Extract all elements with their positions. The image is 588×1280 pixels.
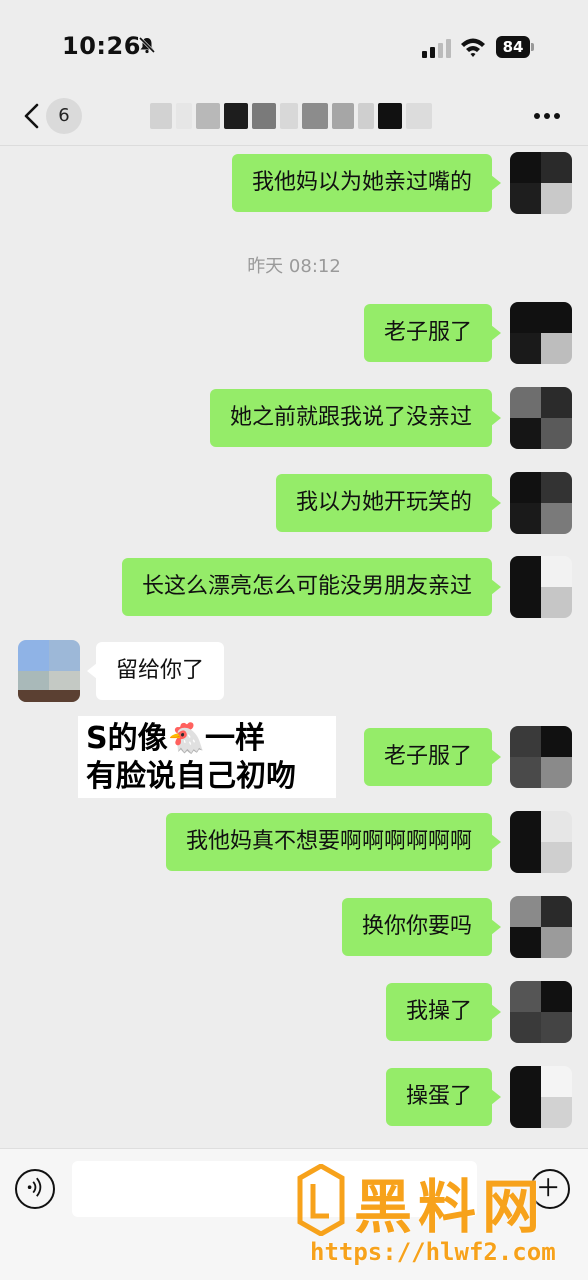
message-bubble[interactable]: 留给你了 xyxy=(86,642,225,700)
watermark-url: https://hlwf2.com xyxy=(310,1238,556,1266)
avatar[interactable] xyxy=(510,472,572,534)
voice-button[interactable] xyxy=(15,1169,55,1209)
avatar[interactable] xyxy=(510,302,572,364)
overlay-caption: S的像🐔一样 有脸说自己初吻 xyxy=(78,716,336,798)
wifi-icon xyxy=(461,38,485,57)
chevron-left-icon[interactable] xyxy=(22,102,42,130)
message-bubble[interactable]: 我以为她开玩笑的 xyxy=(275,474,502,532)
message-bubble[interactable]: 我他妈真不想要啊啊啊啊啊啊 xyxy=(165,813,502,871)
avatar[interactable] xyxy=(510,896,572,958)
message-timestamp: 昨天 08:12 xyxy=(247,256,341,277)
unread-badge[interactable]: 6 xyxy=(46,98,82,134)
avatar[interactable] xyxy=(510,726,572,788)
message-bubble[interactable]: 老子服了 xyxy=(363,304,502,362)
avatar[interactable] xyxy=(510,152,572,214)
status-time: 10:26 xyxy=(62,32,141,60)
message-bubble[interactable]: 换你你要吗 xyxy=(341,898,502,956)
message-bubble[interactable]: 老子服了 xyxy=(363,728,502,786)
watermark-logo-icon xyxy=(297,1164,345,1236)
avatar[interactable] xyxy=(510,387,572,449)
more-icon[interactable] xyxy=(532,104,562,128)
status-bar: 10:26 84 xyxy=(0,0,588,90)
battery-level: 84 xyxy=(496,36,530,58)
voice-icon xyxy=(27,1177,42,1197)
overlay-caption-line1: S的像🐔一样 xyxy=(86,721,265,756)
message-bubble[interactable]: 操蛋了 xyxy=(385,1068,502,1126)
bell-slash-icon xyxy=(138,36,156,54)
message-bubble[interactable]: 长这么漂亮怎么可能没男朋友亲过 xyxy=(121,558,502,616)
chat-header: 6 xyxy=(0,90,588,146)
message-bubble[interactable]: 她之前就跟我说了没亲过 xyxy=(209,389,502,447)
watermark-brand: 黑料网 xyxy=(354,1173,547,1241)
avatar[interactable] xyxy=(510,556,572,618)
signal-icon xyxy=(422,39,451,58)
avatar[interactable] xyxy=(18,640,80,702)
message-bubble[interactable]: 我操了 xyxy=(385,983,502,1041)
watermark: 黑料网 https://hlwf2.com xyxy=(296,1160,576,1276)
message-bubble[interactable]: 我他妈以为她亲过嘴的 xyxy=(231,154,502,212)
avatar[interactable] xyxy=(510,1066,572,1128)
battery-icon: 84 xyxy=(496,36,534,58)
avatar[interactable] xyxy=(510,811,572,873)
avatar[interactable] xyxy=(510,981,572,1043)
overlay-caption-line2: 有脸说自己初吻 xyxy=(86,759,296,794)
chat-title-redacted xyxy=(150,100,435,132)
